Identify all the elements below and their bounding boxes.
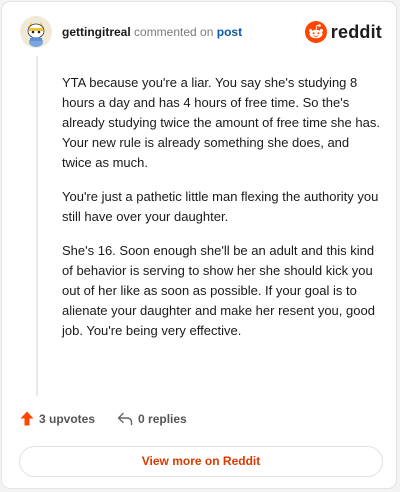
thread-line <box>36 56 38 396</box>
upvote-count: 3 upvotes <box>39 411 96 426</box>
reddit-brand[interactable]: reddit <box>304 21 382 43</box>
comment-header: gettingitreal commented on post <box>20 16 242 48</box>
brand-wordmark: reddit <box>330 21 382 42</box>
upvote-arrow-icon <box>20 411 34 426</box>
comment-paragraph: You're just a pathetic little man flexin… <box>62 189 379 224</box>
comment-meta: gettingitreal commented on post <box>62 24 242 40</box>
reddit-logo-icon <box>304 21 327 43</box>
post-link[interactable]: post <box>217 25 242 39</box>
avatar[interactable] <box>20 16 52 48</box>
username-link[interactable]: gettingitreal <box>62 25 131 39</box>
reply-button[interactable]: 0 replies <box>117 412 187 426</box>
reply-count: 0 replies <box>138 411 187 426</box>
comment-paragraph: YTA because you're a liar. You say she's… <box>62 75 380 170</box>
comment-actions: 3 upvotes 0 replies <box>20 411 187 426</box>
comment-body: YTA because you're a liar. You say she's… <box>62 73 382 355</box>
upvote-button[interactable]: 3 upvotes <box>20 411 95 426</box>
action-text: commented on <box>134 25 214 39</box>
view-more-button[interactable]: View more on Reddit <box>19 446 383 477</box>
embedded-comment-card: gettingitreal commented on post reddit Y… <box>1 1 397 489</box>
comment-paragraph: She's 16. Soon enough she'll be an adult… <box>62 243 375 338</box>
reply-arrow-icon <box>117 412 133 425</box>
snoo-avatar-icon <box>20 16 52 48</box>
